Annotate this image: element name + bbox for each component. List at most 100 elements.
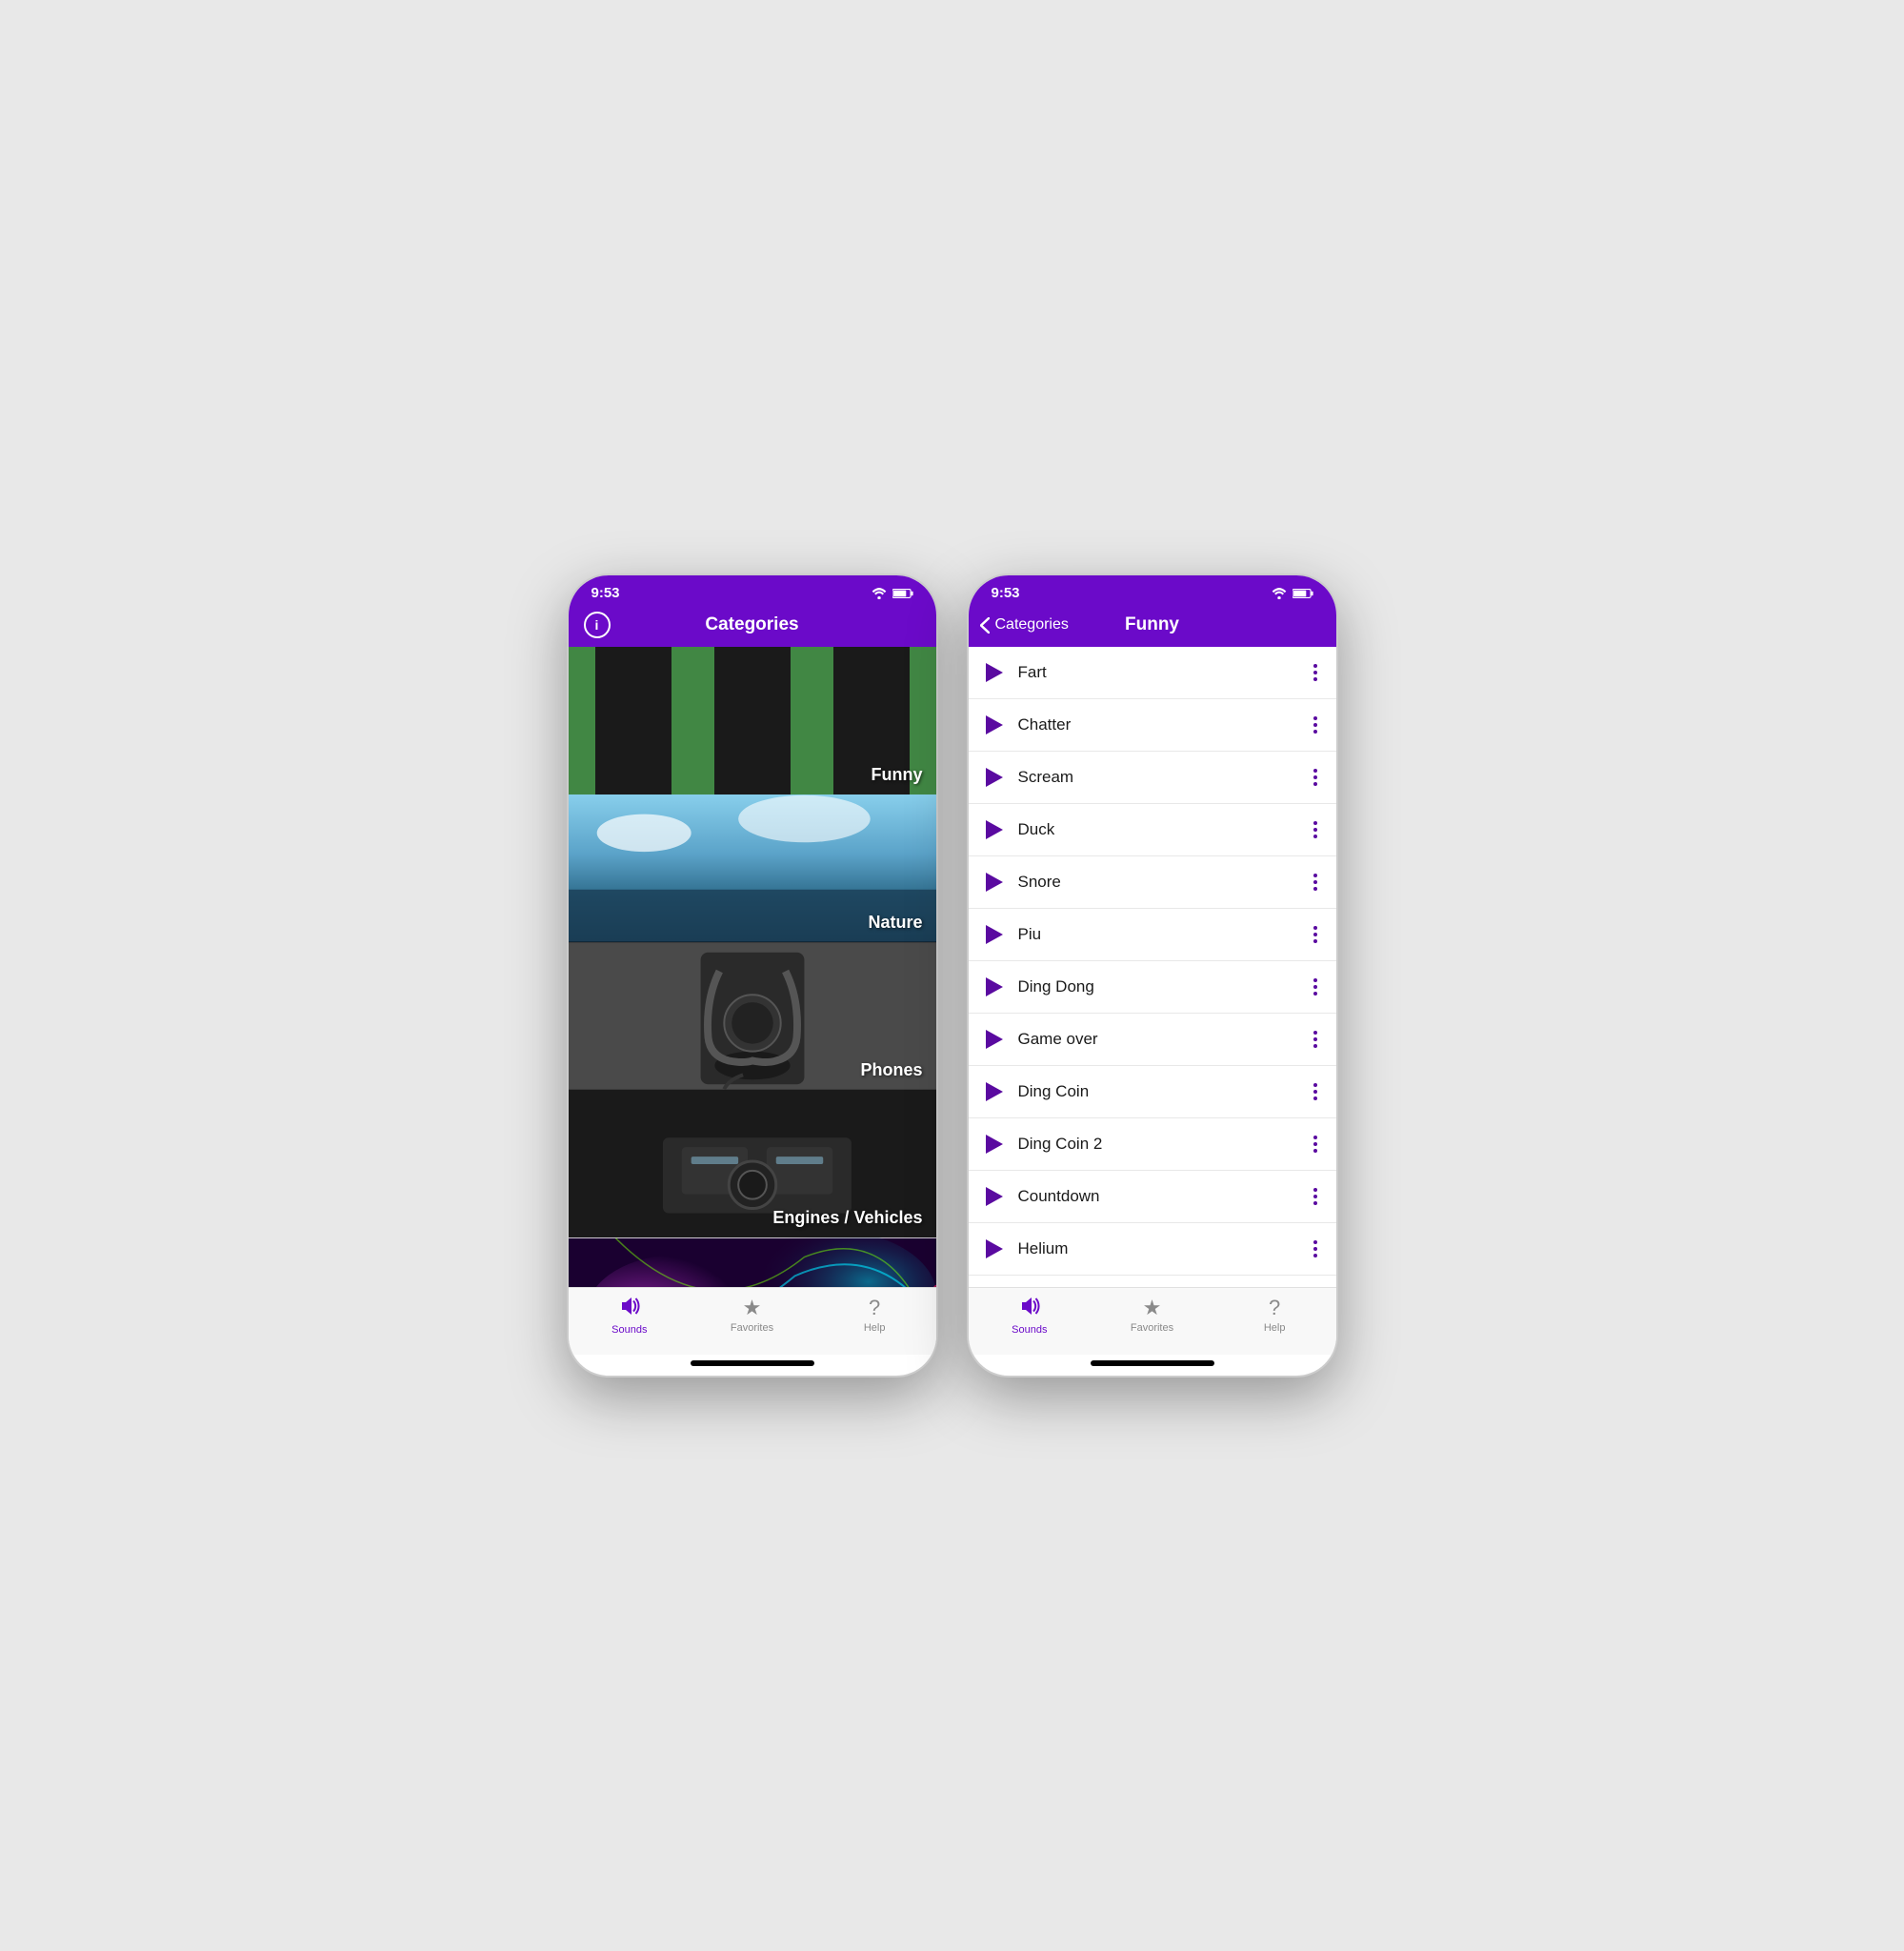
more-dot: [1313, 723, 1317, 727]
nav-bar-funny: Categories Funny: [969, 607, 1336, 647]
tab-help-2[interactable]: ? Help: [1213, 1296, 1336, 1336]
play-button-countdown[interactable]: [984, 1186, 1005, 1207]
tab-bar-2: Sounds ★ Favorites ? Help: [969, 1287, 1336, 1355]
play-triangle-icon: [986, 977, 1003, 996]
info-button[interactable]: i: [584, 612, 611, 638]
sound-item-helium[interactable]: Helium: [969, 1223, 1336, 1276]
more-dot: [1313, 1247, 1317, 1251]
more-button-chatter[interactable]: [1310, 713, 1321, 737]
sound-name-scream: Scream: [1018, 768, 1310, 787]
play-button-scream[interactable]: [984, 767, 1005, 788]
more-dot: [1313, 1188, 1317, 1192]
play-button-dingcoin[interactable]: [984, 1081, 1005, 1102]
sound-item-gameover[interactable]: Game over: [969, 1014, 1336, 1066]
sound-item-scream[interactable]: Scream: [969, 752, 1336, 804]
tab-favorites[interactable]: ★ Favorites: [691, 1296, 813, 1336]
more-dot: [1313, 1136, 1317, 1139]
more-button-fart[interactable]: [1310, 660, 1321, 685]
category-funny-label: Funny: [872, 765, 923, 785]
play-button-dingcoin2[interactable]: [984, 1134, 1005, 1155]
play-button-helium[interactable]: [984, 1238, 1005, 1259]
status-time: 9:53: [591, 585, 620, 601]
play-triangle-icon: [986, 1239, 1003, 1258]
more-button-snore[interactable]: [1310, 870, 1321, 895]
sound-name-fart: Fart: [1018, 663, 1310, 682]
sound-name-countdown: Countdown: [1018, 1187, 1310, 1206]
more-dot: [1313, 985, 1317, 989]
more-dot: [1313, 1149, 1317, 1153]
play-button-snore[interactable]: [984, 872, 1005, 893]
tab-sounds-2[interactable]: Sounds: [969, 1296, 1092, 1336]
tab-help-label-2: Help: [1264, 1322, 1286, 1334]
more-dot: [1313, 671, 1317, 674]
sound-name-dingcoin2: Ding Coin 2: [1018, 1135, 1310, 1154]
sound-item-dingdong[interactable]: Ding Dong: [969, 961, 1336, 1014]
content-area-2: Fart Chatter: [969, 647, 1336, 1287]
more-button-dingdong[interactable]: [1310, 975, 1321, 999]
play-button-dingdong[interactable]: [984, 976, 1005, 997]
play-triangle-icon: [986, 820, 1003, 839]
category-nature-label: Nature: [868, 913, 922, 933]
more-button-piu[interactable]: [1310, 922, 1321, 947]
more-dot: [1313, 978, 1317, 982]
play-button-gameover[interactable]: [984, 1029, 1005, 1050]
tab-help[interactable]: ? Help: [813, 1296, 936, 1336]
play-button-duck[interactable]: [984, 819, 1005, 840]
battery-icon-2: [1293, 588, 1313, 599]
more-button-dingcoin[interactable]: [1310, 1079, 1321, 1104]
more-dot: [1313, 1044, 1317, 1048]
category-engines[interactable]: Engines / Vehicles: [569, 1090, 936, 1237]
sound-item-partial[interactable]: ...: [969, 1276, 1336, 1287]
more-button-scream[interactable]: [1310, 765, 1321, 790]
more-button-countdown[interactable]: [1310, 1184, 1321, 1209]
tab-sounds-label-2: Sounds: [1012, 1324, 1047, 1336]
play-triangle-icon: [986, 925, 1003, 944]
home-indicator: [691, 1360, 814, 1366]
more-button-gameover[interactable]: [1310, 1027, 1321, 1052]
sound-item-dingcoin2[interactable]: Ding Coin 2: [969, 1118, 1336, 1171]
play-button-chatter[interactable]: [984, 714, 1005, 735]
category-funny[interactable]: Funny: [569, 647, 936, 794]
more-dot: [1313, 887, 1317, 891]
tab-bar: Sounds ★ Favorites ? Help: [569, 1287, 936, 1355]
more-button-dingcoin2[interactable]: [1310, 1132, 1321, 1157]
category-nature[interactable]: Nature: [569, 794, 936, 942]
sound-item-piu[interactable]: Piu: [969, 909, 1336, 961]
sound-item-duck[interactable]: Duck: [969, 804, 1336, 856]
more-button-duck[interactable]: [1310, 817, 1321, 842]
status-icons: [872, 588, 913, 599]
battery-icon: [892, 588, 913, 599]
sound-name-dingdong: Ding Dong: [1018, 977, 1310, 996]
wifi-icon-2: [1272, 588, 1287, 599]
category-engines-label: Engines / Vehicles: [772, 1208, 922, 1228]
sound-item-dingcoin[interactable]: Ding Coin: [969, 1066, 1336, 1118]
sound-item-countdown[interactable]: Countdown: [969, 1171, 1336, 1223]
back-button[interactable]: Categories: [980, 616, 1069, 634]
play-button-piu[interactable]: [984, 924, 1005, 945]
nav-bar-categories: i Categories: [569, 607, 936, 647]
favorites-icon-2: ★: [1143, 1296, 1162, 1320]
more-button-helium[interactable]: [1310, 1237, 1321, 1261]
play-triangle-icon: [986, 663, 1003, 682]
sound-item-chatter[interactable]: Chatter: [969, 699, 1336, 752]
category-abstract[interactable]: Abstract: [569, 1237, 936, 1287]
sound-item-fart[interactable]: Fart: [969, 647, 1336, 699]
more-dot: [1313, 1083, 1317, 1087]
sound-item-snore[interactable]: Snore: [969, 856, 1336, 909]
play-triangle-icon: [986, 1030, 1003, 1049]
tab-sounds[interactable]: Sounds: [569, 1296, 691, 1336]
more-dot: [1313, 874, 1317, 877]
play-triangle-icon: [986, 1082, 1003, 1101]
play-button-fart[interactable]: [984, 662, 1005, 683]
more-dot: [1313, 716, 1317, 720]
play-triangle-icon: [986, 715, 1003, 734]
help-icon-2: ?: [1269, 1296, 1280, 1320]
nav-title: Categories: [705, 614, 798, 635]
more-dot: [1313, 1142, 1317, 1146]
sound-name-gameover: Game over: [1018, 1030, 1310, 1049]
play-triangle-icon: [986, 1135, 1003, 1154]
more-dot: [1313, 1096, 1317, 1100]
tab-favorites-2[interactable]: ★ Favorites: [1091, 1296, 1213, 1336]
category-phones[interactable]: Phones: [569, 942, 936, 1090]
more-dot: [1313, 730, 1317, 734]
